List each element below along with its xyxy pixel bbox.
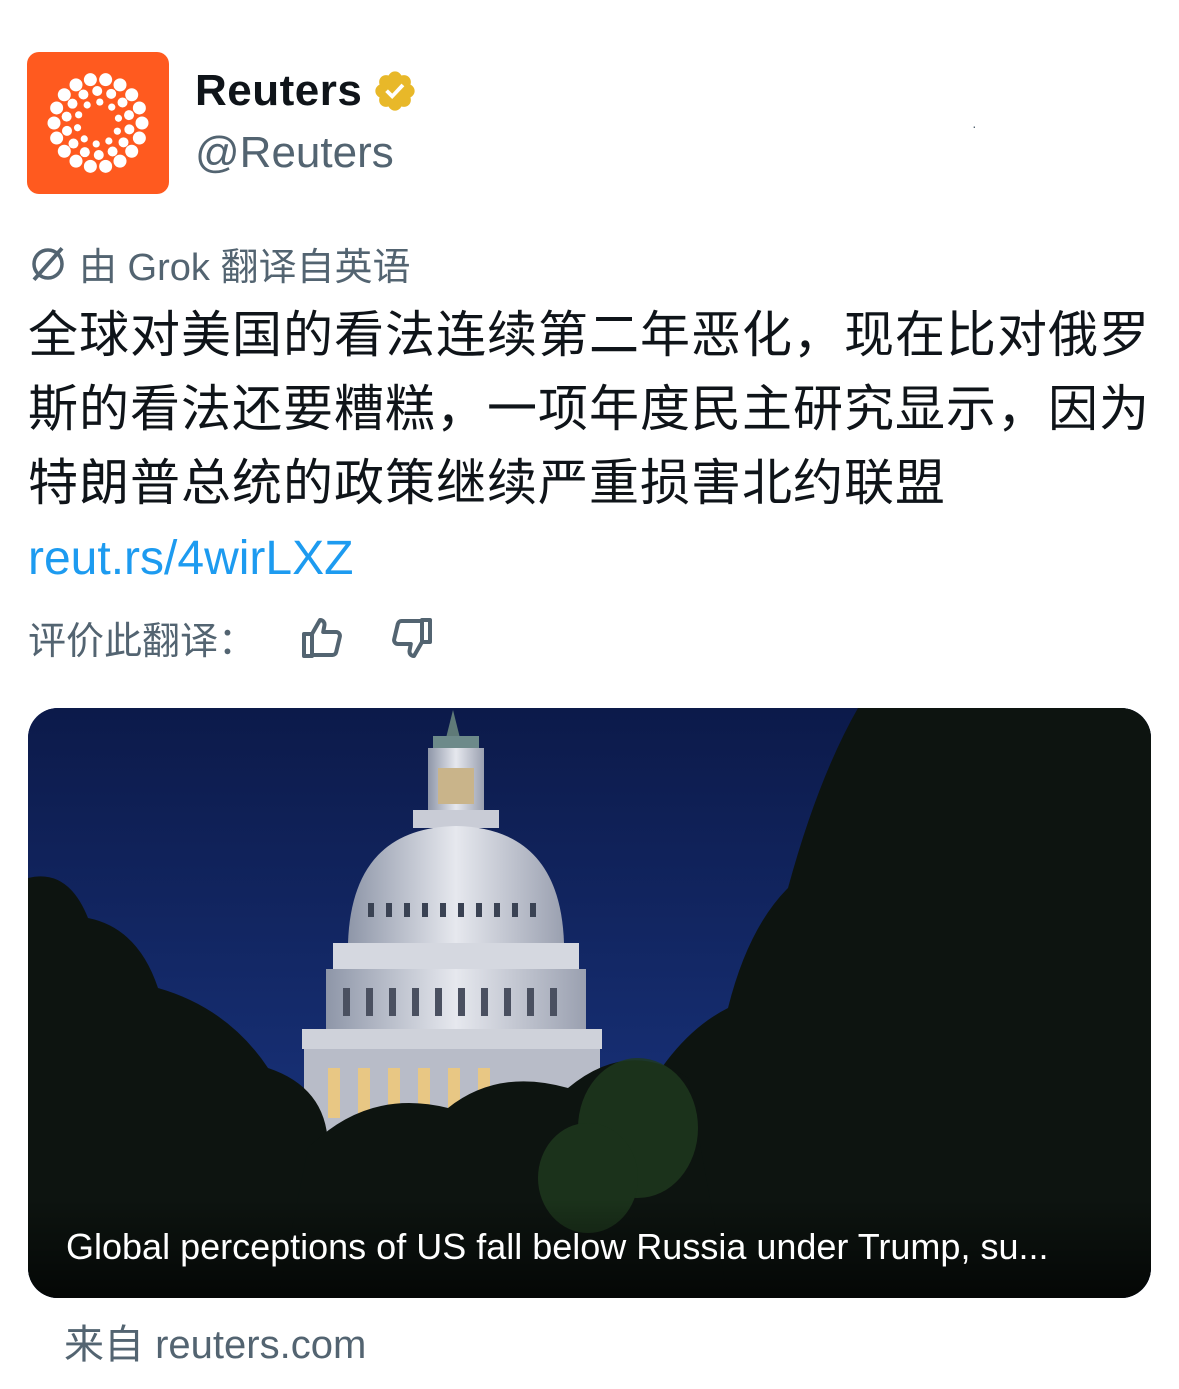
more-options-icon[interactable]: · bbox=[972, 118, 977, 134]
verified-badge-icon bbox=[375, 71, 415, 111]
card-title[interactable]: Global perceptions of US fall below Russ… bbox=[66, 1226, 1048, 1268]
rate-translation-row: 评价此翻译： bbox=[28, 610, 436, 665]
rate-translation-label: 评价此翻译： bbox=[28, 621, 257, 663]
account-handle[interactable]: @Reuters bbox=[195, 128, 394, 178]
thumbs-up-button[interactable] bbox=[298, 614, 346, 662]
link-card[interactable]: Global perceptions of US fall below Russ… bbox=[28, 708, 1151, 1298]
tweet-link[interactable]: reut.rs/4wirLXZ bbox=[28, 532, 353, 585]
thumbs-up-icon bbox=[302, 617, 342, 658]
thumbs-down-icon bbox=[392, 617, 433, 658]
account-name-row[interactable]: Reuters bbox=[195, 66, 418, 116]
tweet-page: Reuters @Reuters · 由 Grok 翻译自英语 全球对美国的看法… bbox=[0, 0, 1179, 1389]
translation-note: 由 Grok 翻译自英语 bbox=[27, 236, 410, 291]
reuters-logo-icon bbox=[47, 73, 149, 173]
card-source[interactable]: 来自 reuters.com bbox=[64, 1312, 366, 1370]
display-name[interactable]: Reuters bbox=[195, 66, 362, 116]
translation-note-text: 由 Grok 翻译自英语 bbox=[79, 247, 411, 289]
tweet-text: 全球对美国的看法连续第二年恶化，现在比对俄罗斯的看法还要糟糕，一项年度民主研究显… bbox=[28, 298, 1153, 596]
translate-icon bbox=[32, 246, 64, 281]
thumbs-down-button[interactable] bbox=[388, 614, 436, 662]
tweet-body: 全球对美国的看法连续第二年恶化，现在比对俄罗斯的看法还要糟糕，一项年度民主研究显… bbox=[28, 306, 1150, 512]
account-avatar[interactable] bbox=[27, 52, 169, 194]
